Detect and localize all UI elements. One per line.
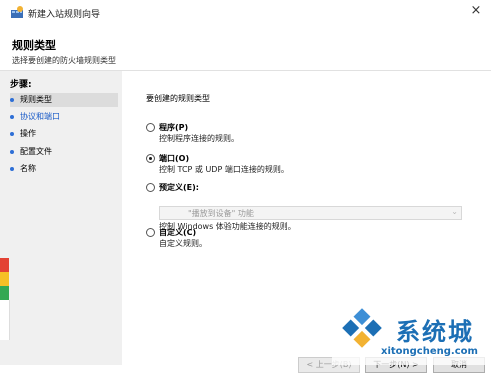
steps-heading: 步骤:: [10, 80, 32, 90]
page-title: 规则类型: [12, 39, 56, 52]
step-bullet-icon: [10, 166, 14, 171]
next-button[interactable]: 下一步(N) >: [365, 357, 427, 373]
predefined-radio[interactable]: [146, 183, 155, 192]
firewall-wizard-icon: [11, 6, 23, 18]
back-button[interactable]: < 上一步(B): [298, 357, 360, 373]
option-label[interactable]: 预定义(E):: [159, 182, 199, 193]
program-radio[interactable]: [146, 123, 155, 132]
option-label[interactable]: 自定义(C): [159, 227, 196, 238]
step-protocol-ports[interactable]: 协议和端口: [10, 110, 60, 124]
background-window-edge: [0, 286, 9, 300]
option-label[interactable]: 程序(P): [159, 122, 188, 133]
step-name[interactable]: 名称: [10, 162, 36, 176]
select-value: "播放到设备" 功能: [188, 209, 254, 218]
predefined-select[interactable]: "播放到设备" 功能 ⌄: [159, 206, 462, 220]
step-rule-type[interactable]: 规则类型: [10, 93, 118, 107]
watermark-url: xitongcheng.com: [381, 346, 478, 357]
option-description: 自定义规则。: [159, 239, 207, 248]
chevron-down-icon[interactable]: ⌄: [451, 207, 458, 216]
steps-panel: 步骤: 规则类型 协议和端口 操作 配置文件 名称: [0, 71, 122, 365]
custom-radio[interactable]: [146, 228, 155, 237]
close-icon[interactable]: ×: [469, 3, 483, 18]
step-bullet-icon: [10, 97, 14, 102]
background-window-edge: [0, 272, 9, 286]
rule-type-prompt: 要创建的规则类型: [146, 94, 210, 103]
page-subtitle: 选择要创建的防火墙规则类型: [12, 56, 116, 65]
step-bullet-icon: [10, 149, 14, 154]
watermark-brand: 系统城: [396, 318, 474, 346]
wizard-header: 规则类型 选择要创建的防火墙规则类型: [0, 26, 491, 71]
step-action[interactable]: 操作: [10, 127, 36, 141]
background-window-edge: [0, 300, 10, 340]
window-title: 新建入站规则向导: [28, 10, 101, 20]
step-profile[interactable]: 配置文件: [10, 145, 52, 159]
title-bar: 新建入站规则向导 ×: [0, 0, 491, 26]
step-bullet-icon: [10, 114, 14, 119]
option-description: 控制 TCP 或 UDP 端口连接的规则。: [159, 165, 289, 174]
option-label[interactable]: 端口(O): [159, 153, 189, 164]
option-description: 控制程序连接的规则。: [159, 134, 239, 143]
background-window-edge: [0, 258, 9, 272]
cancel-button[interactable]: 取消: [433, 357, 485, 373]
port-radio[interactable]: [146, 154, 155, 163]
step-bullet-icon: [10, 131, 14, 136]
